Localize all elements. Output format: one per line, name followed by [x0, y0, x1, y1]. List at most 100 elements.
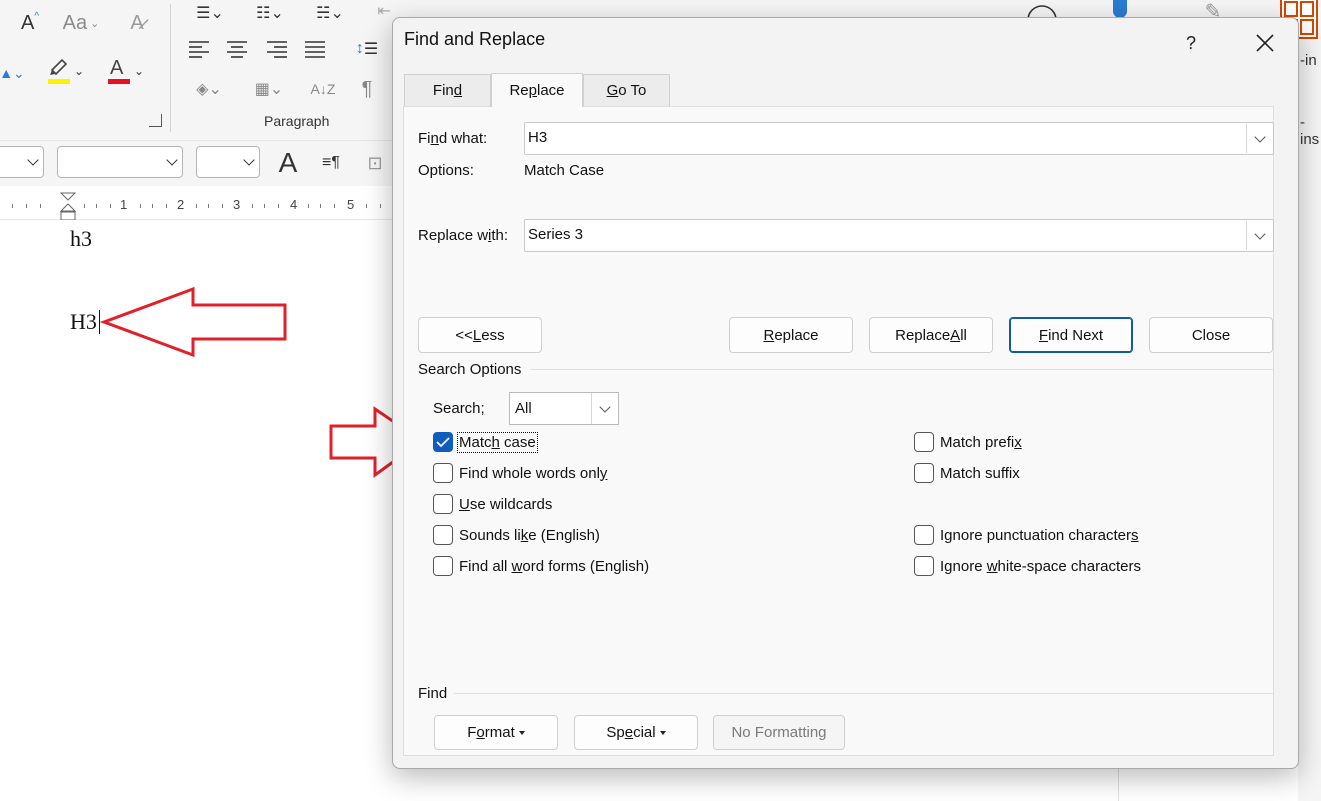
checkbox-label: Match suffix: [940, 464, 1020, 482]
ruler-number: 2: [177, 197, 185, 212]
doc-line-h3-upper: H3: [70, 309, 97, 334]
find-what-value: H3: [528, 129, 548, 146]
paragraph-mark-icon[interactable]: ≡¶: [316, 148, 346, 178]
doc-line-h3-lower: h3: [70, 226, 92, 251]
tab-find[interactable]: Fin d: [404, 74, 491, 106]
replace-with-value: Series 3: [528, 226, 584, 243]
find-section-heading: Find: [418, 685, 448, 702]
dialog-title: Find and Replace: [404, 29, 546, 49]
find-next-button[interactable]: Find Next: [1009, 317, 1133, 353]
ruler-number: 4: [290, 197, 298, 212]
grow-font-button[interactable]: A ^: [16, 8, 44, 38]
tab-label: lace: [537, 82, 565, 99]
close-dialog-button[interactable]: [1241, 24, 1289, 62]
match-prefix-checkbox[interactable]: Match prefix: [914, 432, 1022, 452]
bullets-button[interactable]: ☰⌄: [184, 0, 236, 26]
paragraph-group-label: Paragraph: [264, 113, 330, 129]
change-case-button[interactable]: Aa ⌄: [58, 8, 104, 38]
size-combo[interactable]: [196, 146, 260, 178]
font-color-button[interactable]: A ⌄: [100, 54, 150, 88]
align-right-icon[interactable]: [262, 34, 292, 64]
tab-label: o To: [618, 82, 647, 99]
search-options-heading: Search Options: [418, 361, 522, 378]
borders-icon[interactable]: ▦⌄: [244, 74, 294, 104]
tab-label: Re: [509, 82, 529, 99]
font-combo[interactable]: [57, 146, 183, 178]
checkbox-box[interactable]: [914, 525, 934, 545]
close-icon: [1256, 34, 1274, 52]
replace-all-button[interactable]: Replace All: [869, 317, 993, 353]
format-button[interactable]: Fo rmat: [434, 715, 558, 750]
tab-label-mnemonic: p: [528, 82, 537, 99]
svg-text:A: A: [110, 57, 124, 79]
align-left-icon[interactable]: [184, 34, 214, 64]
pilcrow-glyph: ¶: [361, 77, 373, 100]
ignore-whitespace-checkbox[interactable]: Ignore white-space characters: [914, 556, 1141, 576]
checkbox-box[interactable]: [433, 525, 453, 545]
use-wildcards-checkbox[interactable]: Use wildcards: [433, 494, 552, 514]
align-center-icon[interactable]: [222, 34, 252, 64]
find-all-word-forms-checkbox[interactable]: Find all word forms (English): [433, 556, 649, 576]
indent-marker-icon[interactable]: [60, 191, 76, 221]
right-pane-text: -ins: [1300, 114, 1320, 148]
right-pane: -in -ins: [1298, 0, 1321, 801]
tab-replace[interactable]: Re p lace: [491, 73, 583, 107]
ignore-punctuation-checkbox[interactable]: Ignore punctuation characters: [914, 525, 1138, 545]
sounds-like-checkbox[interactable]: Sounds like (English): [433, 525, 600, 545]
checkbox-label: Ignore punctuation characters: [940, 526, 1139, 544]
checkbox-box[interactable]: [433, 432, 453, 452]
checkbox-label: Find whole words only: [459, 464, 608, 482]
find-replace-dialog: Find and Replace ? Fin d Re p lace Go To Fi…: [392, 17, 1299, 769]
search-direction-select[interactable]: All: [509, 392, 619, 425]
checkbox-label: Sounds like (English): [459, 526, 600, 544]
match-case-checkbox[interactable]: Match case: [433, 431, 538, 453]
find-what-dropdown[interactable]: [1246, 124, 1272, 153]
grow-font-glyph: A: [20, 11, 35, 34]
ruler-number: 3: [233, 197, 241, 212]
tab-goto[interactable]: Go To: [583, 74, 670, 106]
highlight-color-button[interactable]: ⌄: [40, 54, 90, 88]
style-combo[interactable]: [0, 146, 44, 178]
justify-icon[interactable]: [300, 34, 330, 64]
find-what-input[interactable]: H3: [524, 122, 1274, 155]
pilcrow-icon[interactable]: ¶: [354, 74, 380, 104]
shading-icon[interactable]: ◈⌄: [184, 74, 234, 104]
numbering-button[interactable]: ☷⌄: [244, 0, 296, 26]
line-spacing-icon[interactable]: ↕ ☰: [342, 34, 392, 64]
clear-formatting-icon[interactable]: A̷: [120, 8, 154, 38]
chevron-down-icon: [1253, 227, 1266, 240]
checkbox-box[interactable]: [433, 463, 453, 483]
replace-button[interactable]: Replace: [729, 317, 853, 353]
checkbox-label: Find all word forms (English): [459, 557, 650, 575]
checkbox-label: Match case: [457, 431, 538, 453]
help-icon: ?: [1185, 32, 1196, 53]
large-font-icon[interactable]: A: [274, 146, 302, 180]
search-direction-dropdown[interactable]: [591, 393, 618, 424]
tab-label-mnemonic: G: [606, 82, 619, 99]
textbox-icon[interactable]: ⊡: [360, 148, 390, 178]
find-whole-words-checkbox[interactable]: Find whole words only: [433, 463, 607, 483]
replace-with-input[interactable]: Series 3: [524, 219, 1274, 252]
change-case-glyph: Aa: [62, 11, 88, 34]
less-button[interactable]: << Less: [418, 317, 542, 353]
checkbox-box[interactable]: [914, 432, 934, 452]
checkbox-box[interactable]: [914, 556, 934, 576]
search-direction-value: All: [515, 400, 532, 417]
font-dialog-launcher-icon[interactable]: [149, 114, 162, 127]
text-effects-icon[interactable]: ▲⌄: [0, 58, 25, 88]
match-suffix-checkbox[interactable]: Match suffix: [914, 463, 1020, 483]
decrease-indent-button[interactable]: ⇤: [372, 0, 396, 22]
no-formatting-button[interactable]: No Formatting: [713, 715, 845, 750]
checkbox-box[interactable]: [433, 556, 453, 576]
replace-with-label: Replace with:: [418, 227, 509, 244]
help-button[interactable]: ?: [1171, 26, 1211, 60]
ruler-number: 1: [120, 197, 128, 212]
replace-with-dropdown[interactable]: [1246, 221, 1272, 250]
special-button[interactable]: Sp e cial: [574, 715, 698, 750]
sort-icon[interactable]: A↓Z: [308, 74, 338, 104]
multilevel-list-button[interactable]: ☵⌄: [304, 0, 356, 26]
chevron-down-icon: [1253, 130, 1266, 143]
checkbox-box[interactable]: [433, 494, 453, 514]
checkbox-box[interactable]: [914, 463, 934, 483]
close-button[interactable]: Close: [1149, 317, 1273, 353]
